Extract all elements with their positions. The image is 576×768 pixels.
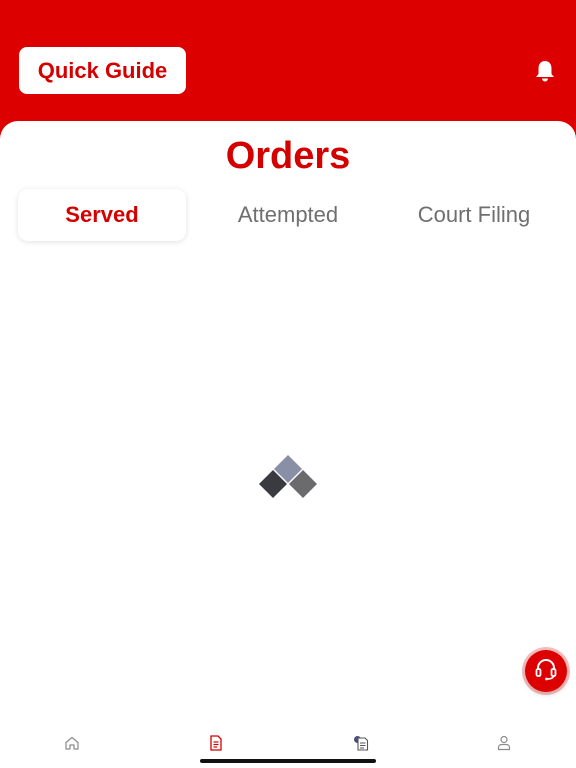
tab-served[interactable]: Served: [18, 189, 186, 241]
documents-icon: [353, 735, 369, 756]
order-tabs: Served Attempted Court Filing: [0, 189, 576, 241]
nav-documents[interactable]: [347, 734, 375, 756]
nav-profile[interactable]: [490, 734, 518, 756]
quick-guide-button[interactable]: Quick Guide: [19, 47, 186, 94]
tab-court-filing[interactable]: Court Filing: [390, 189, 558, 241]
loading-spinner: [256, 452, 320, 502]
tab-attempted[interactable]: Attempted: [202, 189, 374, 241]
nav-orders[interactable]: [202, 734, 230, 756]
home-icon: [64, 735, 80, 756]
user-icon: [497, 735, 511, 756]
page-title: Orders: [225, 135, 351, 177]
nav-home[interactable]: [58, 734, 86, 756]
headset-icon: [533, 656, 559, 687]
support-headset-button[interactable]: [525, 650, 567, 692]
document-icon: [209, 734, 223, 756]
bell-icon[interactable]: [533, 59, 557, 83]
home-indicator: [200, 759, 376, 763]
